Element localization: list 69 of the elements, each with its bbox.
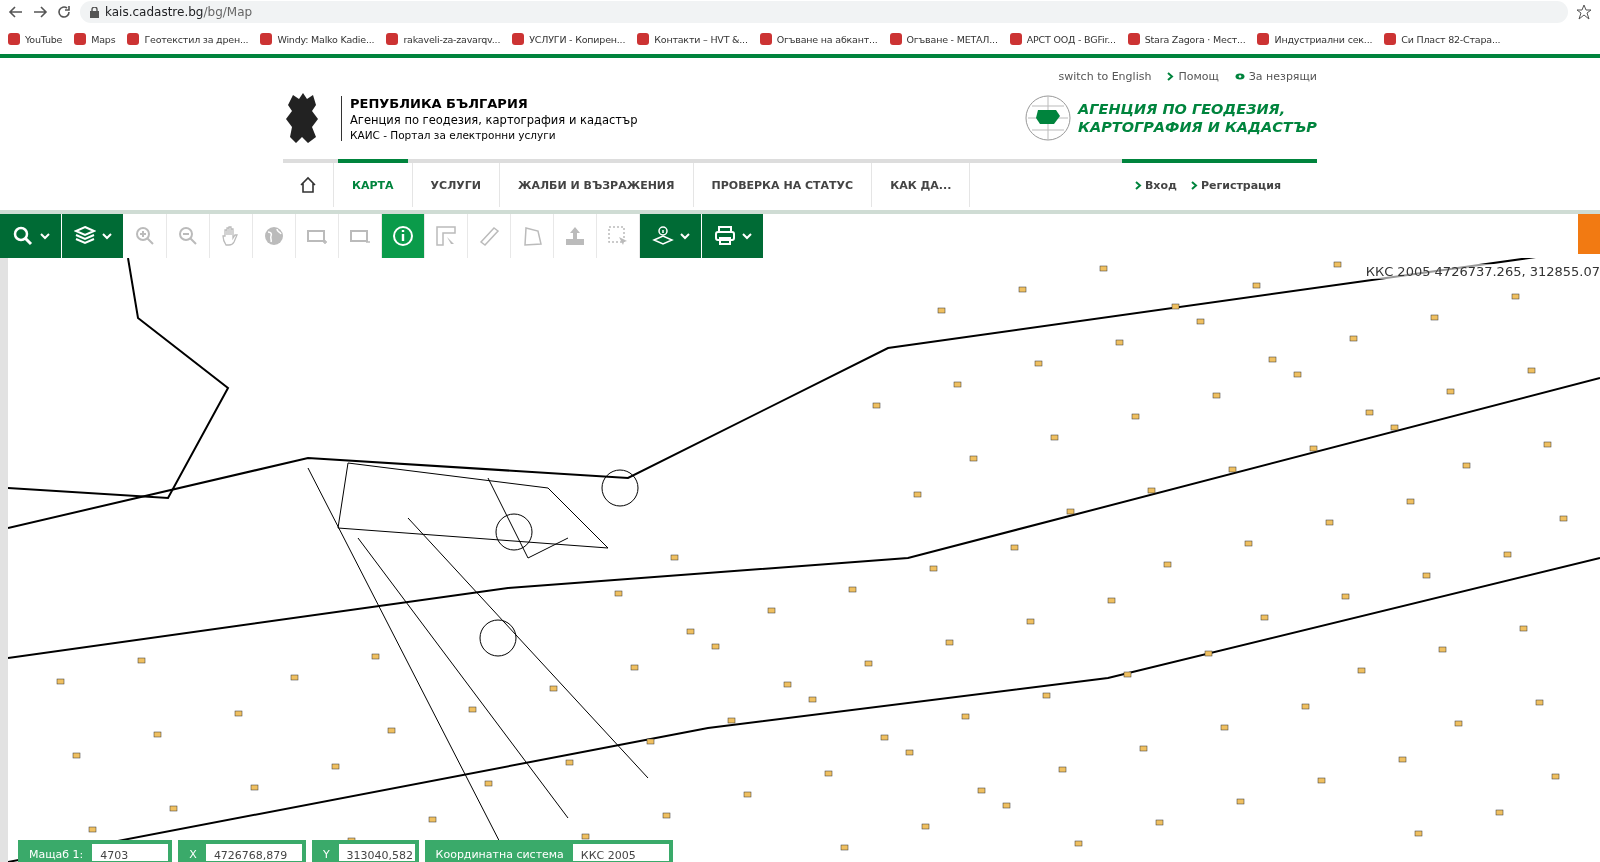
- globe-icon: [263, 225, 285, 247]
- chevron-icon: [1190, 180, 1198, 190]
- y-coordinate-field[interactable]: 313040,582: [337, 843, 416, 862]
- home-icon[interactable]: [299, 176, 317, 194]
- nav-tab[interactable]: УСЛУГИ: [412, 159, 500, 207]
- layers-button[interactable]: [62, 214, 124, 258]
- bookmark[interactable]: Си Пласт 82-Стара...: [1384, 33, 1501, 45]
- caret-icon: [679, 232, 690, 240]
- info-layers-button[interactable]: [640, 214, 702, 258]
- caret-icon: [39, 232, 50, 240]
- print-icon: [713, 225, 736, 247]
- search-button[interactable]: [0, 214, 62, 258]
- star-icon[interactable]: [1576, 4, 1592, 20]
- bookmark[interactable]: rakaveli-za-zavarqv...: [386, 33, 501, 45]
- bookmark[interactable]: Maps: [74, 33, 116, 45]
- selection-icon: [607, 225, 629, 247]
- bookmark[interactable]: Windy: Malko Kadie...: [260, 33, 375, 45]
- brand-subtitle: Агенция по геодезия, картография и кадастър: [350, 112, 638, 127]
- nav-tab[interactable]: КАК ДА...: [872, 159, 971, 207]
- crs-field[interactable]: ККС 2005: [571, 843, 670, 862]
- auth-link[interactable]: Регистрация: [1190, 178, 1281, 192]
- forward-icon[interactable]: [32, 4, 48, 20]
- back-icon[interactable]: [8, 4, 24, 20]
- agency-name: АГЕНЦИЯ ПО ГЕОДЕЗИЯ,: [1078, 100, 1287, 118]
- zoom-out-icon: [177, 225, 199, 247]
- info-layers-icon: [651, 225, 674, 247]
- header-link[interactable]: switch to English: [1058, 70, 1152, 83]
- header-link[interactable]: Помощ: [1167, 70, 1219, 83]
- bookmark[interactable]: УСЛУГИ - Копирен...: [512, 33, 626, 45]
- nav-tab[interactable]: ПРОВЕРКА НА СТАТУС: [693, 159, 873, 207]
- bookmark[interactable]: Геотекстил за дрен...: [127, 33, 249, 45]
- brand-title: РЕПУБЛИКА БЪЛГАРИЯ: [350, 95, 529, 111]
- caret-icon: [101, 232, 112, 240]
- bookmark[interactable]: Индустриални сек...: [1257, 33, 1373, 45]
- print-button[interactable]: [702, 214, 764, 258]
- bookmark[interactable]: АРСТ ООД - BGFir...: [1009, 33, 1116, 45]
- layers-icon: [73, 225, 96, 247]
- polygon-icon: [521, 225, 543, 247]
- map-coordinates: ККС 2005 4726737.265, 312855.07: [1365, 264, 1600, 279]
- bookmark[interactable]: Stara Zagora · Мест...: [1127, 33, 1246, 45]
- bookmark[interactable]: Огъване на абкант...: [759, 33, 878, 45]
- upload-icon: [564, 225, 586, 247]
- auth-link[interactable]: Вход: [1135, 178, 1177, 192]
- bookmark[interactable]: Контакти – HVT &...: [637, 33, 748, 45]
- x-coordinate-field[interactable]: 4726768,879: [204, 843, 303, 862]
- chevron-icon: [1167, 72, 1175, 81]
- reload-icon[interactable]: [56, 4, 72, 20]
- address-bar[interactable]: kais.cadastre.bg/bg/Map: [80, 1, 1568, 23]
- info-icon: [392, 225, 414, 247]
- agency-name: КАРТОГРАФИЯ И КАДАСТЪР: [1078, 118, 1317, 136]
- scale-field[interactable]: 4703: [91, 843, 170, 862]
- ruler-corner-icon: [435, 225, 457, 247]
- lock-icon: [90, 6, 99, 18]
- search-icon: [11, 225, 34, 247]
- caret-icon: [741, 232, 752, 240]
- info-button[interactable]: [382, 214, 425, 258]
- globe-logo-icon: [1024, 94, 1073, 142]
- url-text: kais.cadastre.bg/bg/Map: [105, 5, 253, 19]
- bookmark[interactable]: YouTube: [8, 33, 63, 45]
- zoom-in-icon: [134, 225, 156, 247]
- header-link[interactable]: За незрящи: [1234, 70, 1317, 83]
- eye-icon: [1234, 72, 1245, 81]
- portal-name: КАИС - Портал за електронни услуги: [350, 128, 557, 141]
- nav-tab[interactable]: ЖАЛБИ И ВЪЗРАЖЕНИЯ: [500, 159, 694, 207]
- chevron-icon: [1135, 180, 1142, 190]
- side-panel-tab[interactable]: [1578, 214, 1600, 254]
- ruler-icon: [478, 225, 500, 247]
- cadastral-map-drawing[interactable]: [8, 258, 1600, 862]
- bookmark[interactable]: Огъване - МЕТАЛ...: [889, 33, 998, 45]
